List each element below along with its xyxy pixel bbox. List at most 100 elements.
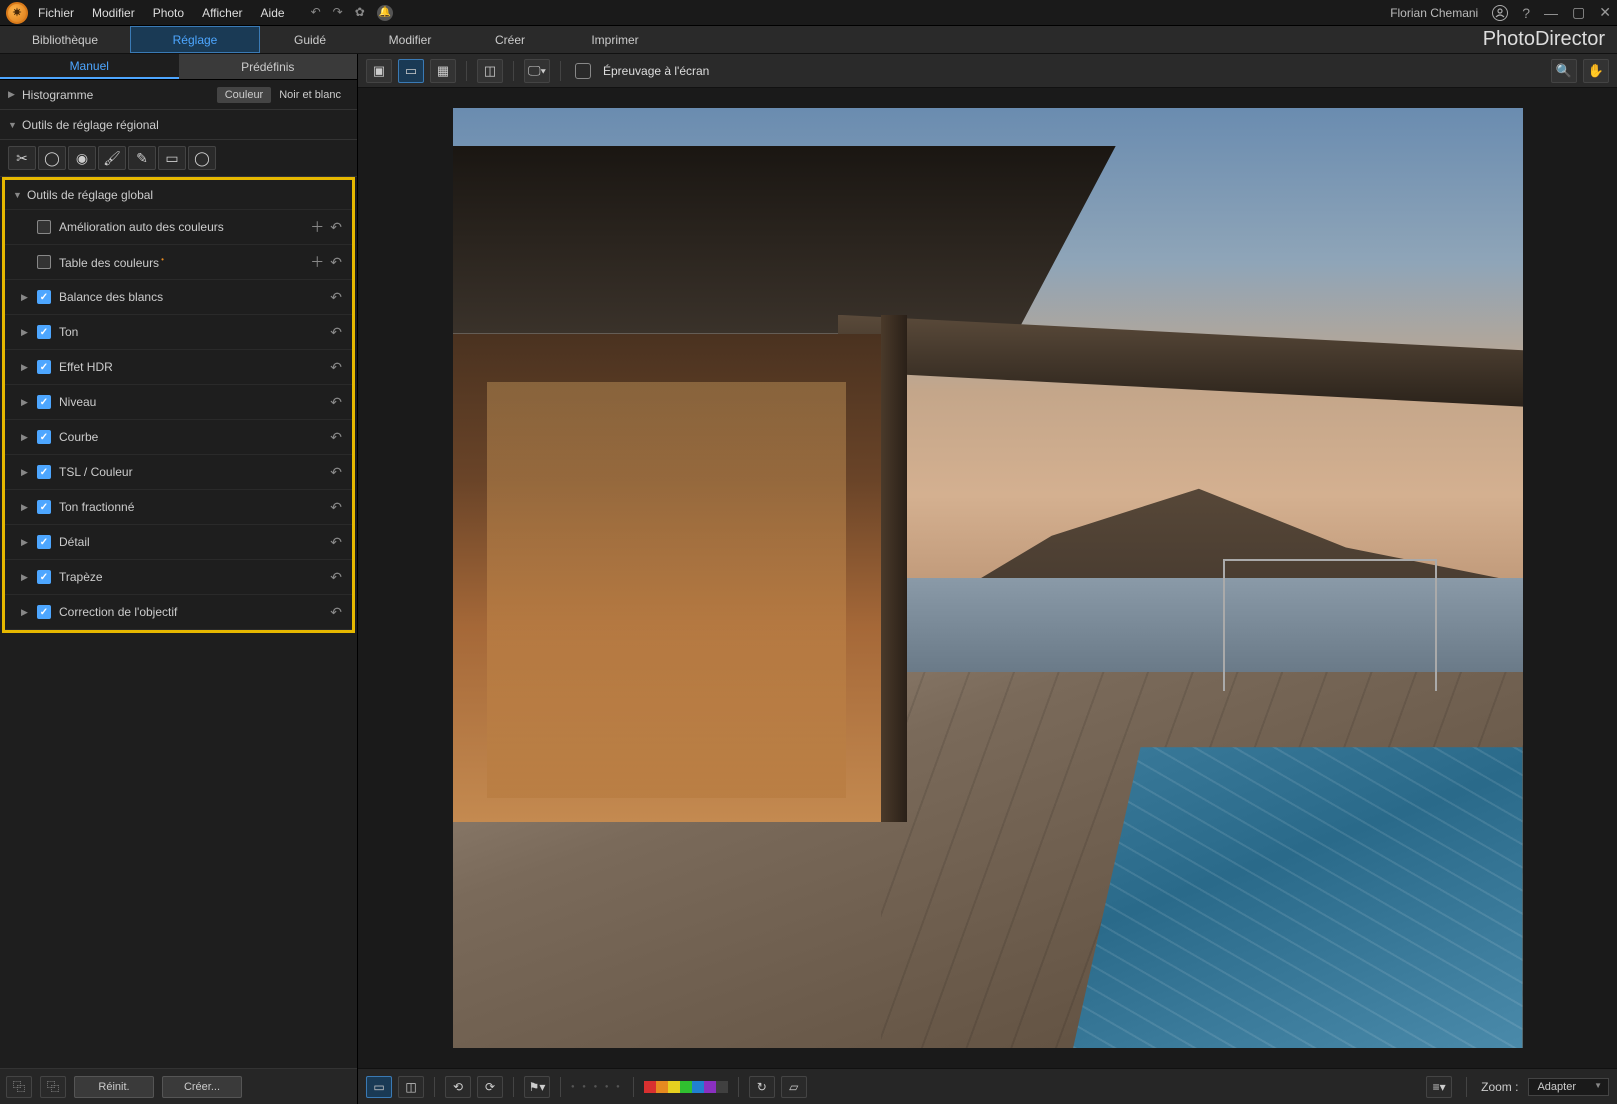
module-adjust[interactable]: Réglage <box>130 26 260 53</box>
menu-view[interactable]: Afficher <box>202 6 242 20</box>
histogram-color[interactable]: Couleur <box>217 87 272 103</box>
adjust-row-0[interactable]: Amélioration auto des couleurs＋↶ <box>5 210 352 245</box>
gradient-tool-icon[interactable]: ▭ <box>158 146 186 170</box>
adjust-row-8[interactable]: ▶Ton fractionné↶ <box>5 490 352 525</box>
menu-edit[interactable]: Modifier <box>92 6 135 20</box>
adjust-row-3[interactable]: ▶Ton↶ <box>5 315 352 350</box>
copy-settings-icon[interactable]: ⿻ <box>6 1076 32 1098</box>
module-edit[interactable]: Modifier <box>360 26 460 53</box>
secondary-display-icon[interactable]: 🖵▾ <box>524 59 550 83</box>
undo-icon[interactable]: ↶ <box>330 534 342 551</box>
spot-tool-icon[interactable]: ◯ <box>38 146 66 170</box>
module-create[interactable]: Créer <box>460 26 560 53</box>
adjust-checkbox[interactable] <box>37 500 51 514</box>
crop-tool-icon[interactable]: ✂ <box>8 146 36 170</box>
undo-icon[interactable]: ↶ <box>330 394 342 411</box>
undo-icon[interactable]: ↶ <box>330 499 342 516</box>
notification-icon[interactable]: 🔔 <box>377 5 393 21</box>
redo-icon[interactable]: ↷ <box>333 5 343 21</box>
reset-view-icon[interactable]: ↻ <box>749 1076 775 1098</box>
close-button[interactable]: ✕ <box>1599 4 1611 21</box>
adjust-checkbox[interactable] <box>37 255 51 269</box>
adjust-row-4[interactable]: ▶Effet HDR↶ <box>5 350 352 385</box>
undo-icon[interactable]: ↶ <box>330 359 342 376</box>
module-print[interactable]: Imprimer <box>560 26 670 53</box>
adjust-checkbox[interactable] <box>37 220 51 234</box>
select-brush-icon[interactable]: ✎ <box>128 146 156 170</box>
color-label[interactable] <box>680 1081 692 1093</box>
adjust-row-7[interactable]: ▶TSL / Couleur↶ <box>5 455 352 490</box>
undo-icon[interactable]: ↶ <box>330 429 342 446</box>
adjust-checkbox[interactable] <box>37 360 51 374</box>
add-icon[interactable]: ＋ <box>310 217 324 237</box>
zoom-select[interactable]: Adapter <box>1528 1078 1609 1096</box>
add-icon[interactable]: ＋ <box>310 252 324 272</box>
redeye-tool-icon[interactable]: ◉ <box>68 146 96 170</box>
undo-icon[interactable]: ↶ <box>330 604 342 621</box>
color-label[interactable] <box>656 1081 668 1093</box>
help-icon[interactable]: ? <box>1522 5 1530 21</box>
adjust-checkbox[interactable] <box>37 290 51 304</box>
soft-proof-checkbox[interactable] <box>575 63 591 79</box>
pan-tool-icon[interactable]: ✋ <box>1583 59 1609 83</box>
adjust-checkbox[interactable] <box>37 605 51 619</box>
crop-overlay-icon[interactable]: ▱ <box>781 1076 807 1098</box>
adjust-row-2[interactable]: ▶Balance des blancs↶ <box>5 280 352 315</box>
adjust-row-10[interactable]: ▶Trapèze↶ <box>5 560 352 595</box>
adjust-checkbox[interactable] <box>37 395 51 409</box>
histogram-header[interactable]: ▶ Histogramme Couleur Noir et blanc <box>0 80 357 110</box>
canvas[interactable] <box>358 88 1617 1068</box>
menu-photo[interactable]: Photo <box>153 6 184 20</box>
adjust-row-6[interactable]: ▶Courbe↶ <box>5 420 352 455</box>
adjust-checkbox[interactable] <box>37 570 51 584</box>
module-guided[interactable]: Guidé <box>260 26 360 53</box>
regional-header[interactable]: ▼ Outils de réglage régional <box>0 110 357 140</box>
zoom-tool-icon[interactable]: 🔍 <box>1551 59 1577 83</box>
color-label[interactable] <box>668 1081 680 1093</box>
list-icon[interactable]: ≡▾ <box>1426 1076 1452 1098</box>
view-grid-icon[interactable]: ▦ <box>430 59 456 83</box>
global-header[interactable]: ▼ Outils de réglage global <box>5 180 352 210</box>
undo-icon[interactable]: ↶ <box>330 219 342 236</box>
adjust-checkbox[interactable] <box>37 465 51 479</box>
filmstrip-mode1-icon[interactable]: ▭ <box>366 1076 392 1098</box>
reset-button[interactable]: Réinit. <box>74 1076 154 1098</box>
module-library[interactable]: Bibliothèque <box>0 26 130 53</box>
undo-icon[interactable]: ↶ <box>330 254 342 271</box>
subtab-manual[interactable]: Manuel <box>0 54 179 79</box>
view-single-large-icon[interactable]: ▭ <box>398 59 424 83</box>
rotate-left-icon[interactable]: ⟲ <box>445 1076 471 1098</box>
rotate-right-icon[interactable]: ⟳ <box>477 1076 503 1098</box>
minimize-button[interactable]: — <box>1544 5 1558 21</box>
user-avatar-icon[interactable] <box>1492 5 1508 21</box>
undo-icon[interactable]: ↶ <box>311 5 321 21</box>
color-label[interactable] <box>704 1081 716 1093</box>
undo-icon[interactable]: ↶ <box>330 569 342 586</box>
adjust-row-11[interactable]: ▶Correction de l'objectif↶ <box>5 595 352 630</box>
adjust-checkbox[interactable] <box>37 430 51 444</box>
color-label[interactable] <box>716 1081 728 1093</box>
view-compare-icon[interactable]: ◫ <box>477 59 503 83</box>
star-rating[interactable]: ● ● ● ● ● <box>571 1084 623 1090</box>
undo-icon[interactable]: ↶ <box>330 324 342 341</box>
radial-tool-icon[interactable]: ◯ <box>188 146 216 170</box>
view-single-icon[interactable]: ▣ <box>366 59 392 83</box>
adjust-row-9[interactable]: ▶Détail↶ <box>5 525 352 560</box>
menu-help[interactable]: Aide <box>261 6 285 20</box>
adjust-checkbox[interactable] <box>37 535 51 549</box>
subtab-preset[interactable]: Prédéfinis <box>179 54 358 79</box>
color-label[interactable] <box>692 1081 704 1093</box>
brush-tool-icon[interactable]: 🖌 <box>98 146 126 170</box>
create-preset-button[interactable]: Créer... <box>162 1076 242 1098</box>
maximize-button[interactable]: ▢ <box>1572 4 1585 21</box>
settings-icon[interactable]: ✿ <box>355 5 365 21</box>
undo-icon[interactable]: ↶ <box>330 289 342 306</box>
menu-file[interactable]: Fichier <box>38 6 74 20</box>
adjust-row-1[interactable]: Table des couleurs•＋↶ <box>5 245 352 280</box>
undo-icon[interactable]: ↶ <box>330 464 342 481</box>
color-label[interactable] <box>644 1081 656 1093</box>
filmstrip-mode2-icon[interactable]: ◫ <box>398 1076 424 1098</box>
user-name[interactable]: Florian Chemani <box>1390 6 1478 20</box>
adjust-row-5[interactable]: ▶Niveau↶ <box>5 385 352 420</box>
flag-icon[interactable]: ⚑▾ <box>524 1076 550 1098</box>
